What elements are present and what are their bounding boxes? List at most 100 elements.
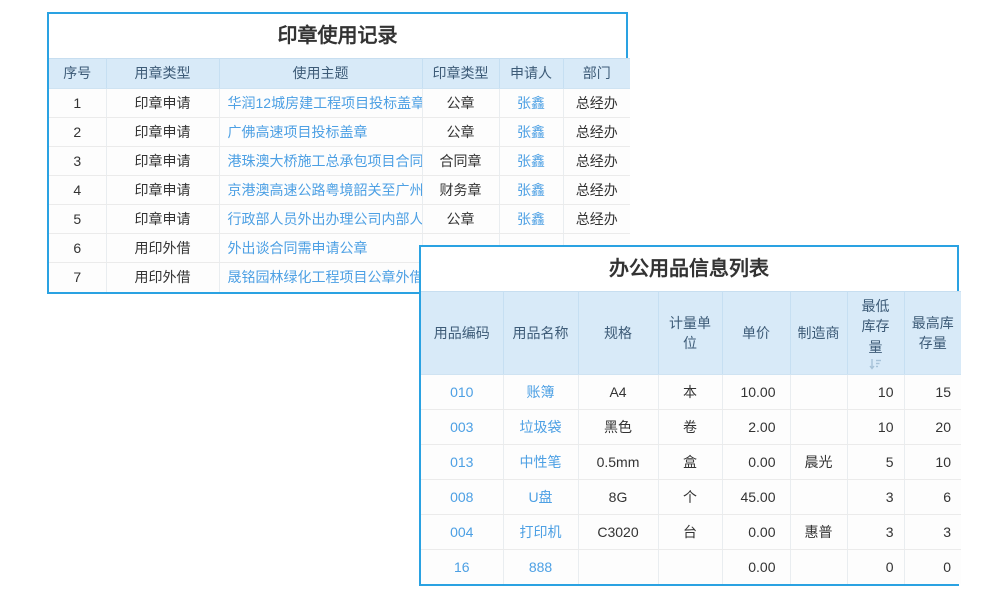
cell-value: 10.00 xyxy=(722,374,790,409)
cell-link[interactable]: 广佛高速项目投标盖章 xyxy=(219,118,422,147)
cell-link[interactable]: 008 xyxy=(421,479,503,514)
column-header-label: 最高库存量 xyxy=(912,315,954,351)
column-header-max-stock[interactable]: 最高库存量 xyxy=(904,292,961,375)
column-header-department: 部门 xyxy=(563,59,630,89)
cell-value: 5 xyxy=(49,205,106,234)
cell-link[interactable]: 003 xyxy=(421,409,503,444)
cell-link[interactable]: 港珠澳大桥施工总承包项目合同盖章 xyxy=(219,147,422,176)
supplies-table-header-row: 用品编码用品名称规格计量单位单价制造商最低库存量最高库存量 xyxy=(421,292,961,375)
cell-link[interactable]: 打印机 xyxy=(503,514,578,549)
cell-value: 总经办 xyxy=(563,89,630,118)
cell-link[interactable]: 外出谈合同需申请公章 xyxy=(219,234,422,263)
cell-value: 公章 xyxy=(422,118,499,147)
cell-value: 0 xyxy=(904,549,961,584)
cell-value: 晨光 xyxy=(790,444,847,479)
cell-value: 3 xyxy=(847,514,904,549)
cell-link[interactable]: 垃圾袋 xyxy=(503,409,578,444)
column-header-item-code[interactable]: 用品编码 xyxy=(421,292,503,375)
cell-link[interactable]: 张鑫 xyxy=(499,89,563,118)
cell-value: 0.00 xyxy=(722,444,790,479)
cell-link[interactable]: 张鑫 xyxy=(499,205,563,234)
column-header-label: 用品编码 xyxy=(434,325,490,341)
cell-value: 10 xyxy=(847,374,904,409)
table-row: 2印章申请广佛高速项目投标盖章公章张鑫总经办 xyxy=(49,118,630,147)
table-row: 003垃圾袋黑色卷2.001020 xyxy=(421,409,961,444)
cell-value xyxy=(790,479,847,514)
table-row: 1印章申请华润12城房建工程项目投标盖章公章张鑫总经办 xyxy=(49,89,630,118)
cell-link[interactable]: 账簿 xyxy=(503,374,578,409)
column-header-label: 部门 xyxy=(583,65,611,81)
column-header-subject: 使用主题 xyxy=(219,59,422,89)
column-header-applicant: 申请人 xyxy=(499,59,563,89)
cell-value: 台 xyxy=(658,514,722,549)
cell-value: 10 xyxy=(847,409,904,444)
office-supplies-panel: 办公用品信息列表 用品编码用品名称规格计量单位单价制造商最低库存量最高库存量 0… xyxy=(419,245,959,586)
cell-link[interactable]: 中性笔 xyxy=(503,444,578,479)
table-row: 3印章申请港珠澳大桥施工总承包项目合同盖章合同章张鑫总经办 xyxy=(49,147,630,176)
table-row: 013中性笔0.5mm盒0.00晨光510 xyxy=(421,444,961,479)
cell-value: 印章申请 xyxy=(106,118,219,147)
cell-link[interactable]: 张鑫 xyxy=(499,147,563,176)
cell-value: 6 xyxy=(49,234,106,263)
cell-link[interactable]: 013 xyxy=(421,444,503,479)
cell-value: 2 xyxy=(49,118,106,147)
cell-value: 10 xyxy=(904,444,961,479)
column-header-unit-price[interactable]: 单价 xyxy=(722,292,790,375)
cell-link[interactable]: 010 xyxy=(421,374,503,409)
seal-table-header-row: 序号 用章类型 使用主题印章类型 申请人 部门 xyxy=(49,59,630,89)
cell-value: 1 xyxy=(49,89,106,118)
column-header-label: 最低库存量 xyxy=(862,298,890,355)
cell-link[interactable]: 004 xyxy=(421,514,503,549)
cell-value: 3 xyxy=(49,147,106,176)
cell-link[interactable]: 行政部人员外出办理公司内部人员社 xyxy=(219,205,422,234)
cell-value: 4 xyxy=(49,176,106,205)
cell-value: 总经办 xyxy=(563,118,630,147)
cell-value: 总经办 xyxy=(563,176,630,205)
cell-value: 0.00 xyxy=(722,549,790,584)
column-header-label: 用章类型 xyxy=(135,65,191,81)
cell-value: 6 xyxy=(904,479,961,514)
cell-value xyxy=(790,409,847,444)
cell-value: 3 xyxy=(904,514,961,549)
cell-link[interactable]: U盘 xyxy=(503,479,578,514)
column-header-unit[interactable]: 计量单位 xyxy=(658,292,722,375)
column-header-no: 序号 xyxy=(49,59,106,89)
cell-link[interactable]: 京港澳高速公路粤境韶关至广州互通 xyxy=(219,176,422,205)
cell-link[interactable]: 晟铭园林绿化工程项目公章外借 xyxy=(219,263,422,292)
cell-link[interactable]: 888 xyxy=(503,549,578,584)
column-header-label: 印章类型 xyxy=(433,65,489,81)
cell-value xyxy=(658,549,722,584)
cell-value: 2.00 xyxy=(722,409,790,444)
column-header-label: 申请人 xyxy=(510,65,552,81)
supplies-table-body: 010账簿A4本10.001015003垃圾袋黑色卷2.001020013中性笔… xyxy=(421,374,961,584)
cell-link[interactable]: 张鑫 xyxy=(499,118,563,147)
column-header-manufacturer[interactable]: 制造商 xyxy=(790,292,847,375)
cell-link[interactable]: 华润12城房建工程项目投标盖章 xyxy=(219,89,422,118)
table-row: 16888 0.00 00 xyxy=(421,549,961,584)
cell-value: 用印外借 xyxy=(106,234,219,263)
column-header-min-stock[interactable]: 最低库存量 xyxy=(847,292,904,375)
cell-value: 合同章 xyxy=(422,147,499,176)
table-row: 004打印机C3020台0.00惠普33 xyxy=(421,514,961,549)
cell-value: 盒 xyxy=(658,444,722,479)
cell-value: 总经办 xyxy=(563,205,630,234)
office-supplies-table: 用品编码用品名称规格计量单位单价制造商最低库存量最高库存量 010账簿A4本10… xyxy=(421,291,961,584)
table-row: 4印章申请京港澳高速公路粤境韶关至广州互通财务章张鑫总经办 xyxy=(49,176,630,205)
cell-value: 印章申请 xyxy=(106,176,219,205)
cell-link[interactable]: 张鑫 xyxy=(499,176,563,205)
cell-value: 15 xyxy=(904,374,961,409)
cell-value: 用印外借 xyxy=(106,263,219,292)
cell-link[interactable]: 16 xyxy=(421,549,503,584)
column-header-seal-type: 印章类型 xyxy=(422,59,499,89)
cell-value: 45.00 xyxy=(722,479,790,514)
cell-value xyxy=(790,549,847,584)
column-header-item-name[interactable]: 用品名称 xyxy=(503,292,578,375)
supplies-table-title: 办公用品信息列表 xyxy=(421,247,957,291)
cell-value: 0 xyxy=(847,549,904,584)
column-header-label: 计量单位 xyxy=(669,315,711,351)
cell-value: 20 xyxy=(904,409,961,444)
column-header-spec[interactable]: 规格 xyxy=(578,292,658,375)
cell-value: 3 xyxy=(847,479,904,514)
cell-value: 公章 xyxy=(422,89,499,118)
cell-value: 5 xyxy=(847,444,904,479)
